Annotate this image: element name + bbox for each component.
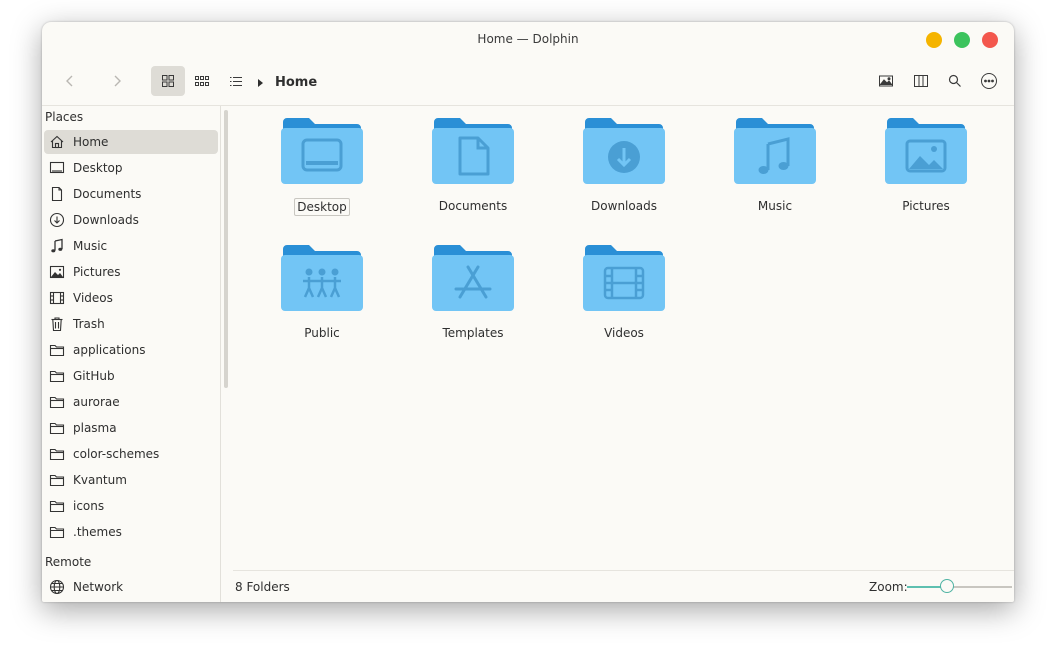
sidebar-item-desktop[interactable]: Desktop bbox=[44, 156, 218, 180]
folder-label: Documents bbox=[438, 199, 508, 213]
places-header: Places bbox=[45, 110, 84, 124]
search-button[interactable] bbox=[938, 66, 972, 96]
picture-icon bbox=[49, 264, 65, 280]
sidebar-item-trash[interactable]: Trash bbox=[44, 312, 218, 336]
folder-label: Templates bbox=[442, 326, 504, 340]
sidebar-item-documents[interactable]: Documents bbox=[44, 182, 218, 206]
folder-label: Music bbox=[757, 199, 793, 213]
more-icon bbox=[981, 73, 997, 89]
toolbar: Home bbox=[42, 56, 1014, 106]
folder-icon bbox=[49, 446, 65, 462]
network-icon bbox=[49, 579, 65, 595]
folder-label: Desktop bbox=[294, 198, 350, 216]
folder-public[interactable]: Public bbox=[262, 243, 382, 363]
folder-videos[interactable]: Videos bbox=[564, 243, 684, 363]
folder-icon bbox=[49, 368, 65, 384]
sidebar-item-videos[interactable]: Videos bbox=[44, 286, 218, 310]
folder-label: Pictures bbox=[902, 199, 950, 213]
sidebar-scrollbar[interactable] bbox=[224, 110, 228, 388]
sidebar-item-applications[interactable]: applications bbox=[44, 338, 218, 362]
folder-music[interactable]: Music bbox=[715, 116, 835, 236]
breadcrumb[interactable]: Home bbox=[256, 75, 317, 90]
sidebar-item-pictures[interactable]: Pictures bbox=[44, 260, 218, 284]
remote-header: Remote bbox=[45, 555, 92, 569]
folder-public-icon bbox=[281, 245, 363, 311]
sidebar-item-aurorae[interactable]: aurorae bbox=[44, 390, 218, 414]
sidebar-item-kvantum[interactable]: Kvantum bbox=[44, 468, 218, 492]
folder-templates[interactable]: Templates bbox=[413, 243, 533, 363]
breadcrumb-arrow-icon bbox=[258, 78, 263, 87]
zoom-slider-handle[interactable] bbox=[939, 579, 954, 593]
chevron-right-icon bbox=[114, 75, 121, 87]
folder-documents-icon bbox=[432, 118, 514, 184]
folder-label: Videos bbox=[604, 326, 644, 340]
folder-music-icon bbox=[734, 118, 816, 184]
status-bar: 8 Folders Zoom: bbox=[233, 570, 1014, 602]
home-icon bbox=[49, 134, 65, 150]
chevron-left-icon bbox=[66, 75, 73, 87]
details-view-button[interactable] bbox=[219, 66, 253, 96]
places-panel: Places Home Desktop Documents Downloads … bbox=[42, 106, 220, 602]
folder-templates-icon bbox=[432, 245, 514, 311]
split-view-button[interactable] bbox=[904, 66, 938, 96]
zoom-label: Zoom: bbox=[869, 580, 908, 594]
folder-icon bbox=[49, 472, 65, 488]
minimize-button[interactable] bbox=[926, 32, 942, 48]
close-button[interactable] bbox=[982, 32, 998, 48]
folder-downloads[interactable]: Downloads bbox=[564, 116, 684, 236]
folder-icon bbox=[49, 524, 65, 540]
sidebar-item-music[interactable]: Music bbox=[44, 234, 218, 258]
preview-icon bbox=[879, 75, 893, 87]
music-icon bbox=[49, 238, 65, 254]
folder-icon bbox=[49, 498, 65, 514]
window-title: Home — Dolphin bbox=[477, 32, 579, 46]
folder-pictures[interactable]: Pictures bbox=[866, 116, 986, 236]
breadcrumb-home[interactable]: Home bbox=[275, 75, 317, 90]
grid-icon bbox=[162, 75, 174, 87]
sidebar-item-downloads[interactable]: Downloads bbox=[44, 208, 218, 232]
folder-pictures-icon bbox=[885, 118, 967, 184]
split-view-icon bbox=[914, 75, 928, 87]
sidebar-divider[interactable] bbox=[220, 106, 221, 602]
sidebar-item-network[interactable]: Network bbox=[44, 575, 218, 599]
sidebar-item-github[interactable]: GitHub bbox=[44, 364, 218, 388]
trash-icon bbox=[49, 316, 65, 332]
sidebar-item-themes[interactable]: .themes bbox=[44, 520, 218, 544]
dolphin-window: Home — Dolphin Home Places Home Desktop … bbox=[42, 22, 1014, 602]
more-button[interactable] bbox=[972, 66, 1006, 96]
document-icon bbox=[49, 186, 65, 202]
folder-icon bbox=[49, 342, 65, 358]
sidebar-item-plasma[interactable]: plasma bbox=[44, 416, 218, 440]
folder-icon bbox=[49, 394, 65, 410]
search-icon bbox=[948, 74, 961, 87]
folder-label: Downloads bbox=[591, 199, 657, 213]
back-button[interactable] bbox=[53, 66, 87, 96]
title-bar[interactable]: Home — Dolphin bbox=[42, 22, 1014, 56]
download-emblem-icon bbox=[608, 141, 640, 173]
list-icon bbox=[230, 77, 242, 86]
folder-label: Public bbox=[304, 326, 340, 340]
compact-view-button[interactable] bbox=[185, 66, 219, 96]
sidebar-item-icons[interactable]: icons bbox=[44, 494, 218, 518]
folder-desktop[interactable]: Desktop bbox=[262, 116, 382, 236]
maximize-button[interactable] bbox=[954, 32, 970, 48]
desktop-icon bbox=[49, 160, 65, 176]
download-icon bbox=[49, 212, 65, 228]
folder-icon bbox=[49, 420, 65, 436]
folder-view[interactable]: Desktop Documents Downloads Music Pictur… bbox=[233, 106, 1014, 570]
folder-downloads-icon bbox=[583, 118, 665, 184]
sidebar-item-home[interactable]: Home bbox=[44, 130, 218, 154]
forward-button[interactable] bbox=[100, 66, 134, 96]
compact-grid-icon bbox=[195, 76, 209, 86]
folder-videos-icon bbox=[583, 245, 665, 311]
sidebar-item-color-schemes[interactable]: color-schemes bbox=[44, 442, 218, 466]
icons-view-button[interactable] bbox=[151, 66, 185, 96]
folder-desktop-icon bbox=[281, 118, 363, 184]
folder-documents[interactable]: Documents bbox=[413, 116, 533, 236]
status-summary: 8 Folders bbox=[235, 580, 290, 594]
video-icon bbox=[49, 290, 65, 306]
preview-button[interactable] bbox=[869, 66, 903, 96]
